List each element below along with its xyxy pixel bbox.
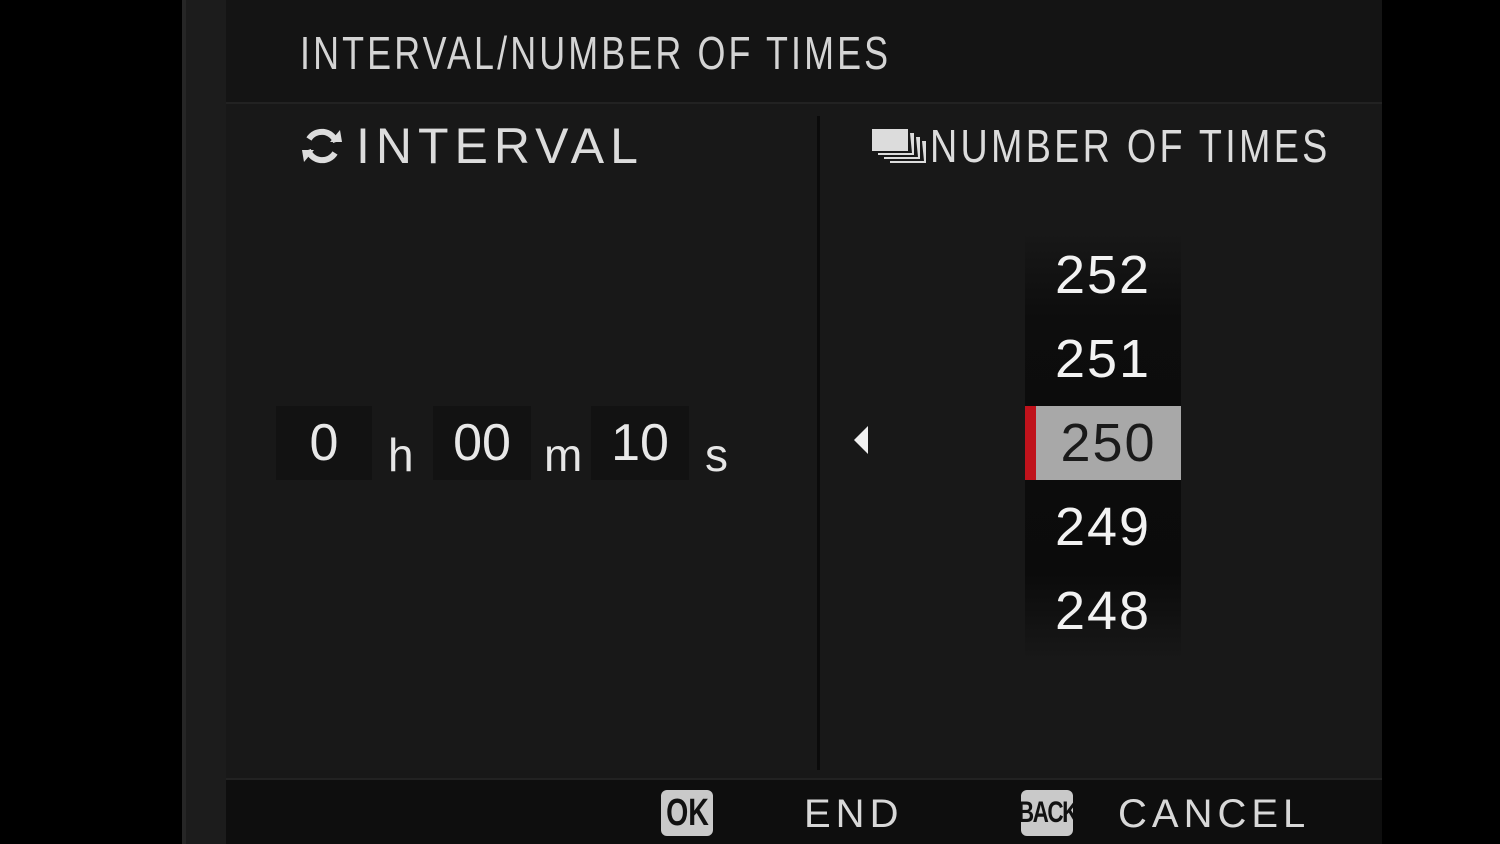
cancel-label: CANCEL: [1118, 792, 1311, 836]
left-bezel: [182, 0, 226, 844]
interval-settings-panel: INTERVAL/NUMBER OF TIMES INTERVAL 0 h 00…: [226, 0, 1382, 844]
camera-screen: INTERVAL/NUMBER OF TIMES INTERVAL 0 h 00…: [0, 0, 1500, 844]
picker-item[interactable]: 248: [1025, 574, 1181, 648]
picker-item[interactable]: 249: [1025, 490, 1181, 564]
minutes-field[interactable]: 00: [433, 406, 531, 480]
refresh-icon: [302, 128, 342, 164]
number-of-times-label: NUMBER OF TIMES: [930, 120, 1331, 172]
number-of-times-heading: NUMBER OF TIMES: [870, 118, 1419, 174]
back-key-icon[interactable]: BACK: [1021, 790, 1073, 836]
number-of-times-picker[interactable]: 252 251 250 249 248: [1025, 232, 1181, 660]
burst-icon: [872, 129, 926, 163]
picker-item-selected[interactable]: 250: [1025, 406, 1181, 480]
header: INTERVAL/NUMBER OF TIMES: [226, 0, 1382, 104]
end-label: END: [804, 792, 904, 836]
ok-key-icon[interactable]: OK: [661, 790, 713, 836]
page-title: INTERVAL/NUMBER OF TIMES: [300, 27, 892, 79]
hours-unit: h: [388, 429, 414, 481]
section-divider: [817, 116, 820, 770]
interval-heading: INTERVAL: [300, 118, 644, 174]
picker-item[interactable]: 251: [1025, 322, 1181, 396]
interval-label: INTERVAL: [356, 118, 644, 174]
seconds-field[interactable]: 10: [591, 406, 689, 480]
minutes-unit: m: [544, 429, 583, 481]
footer: OK END BACK CANCEL: [226, 778, 1382, 844]
hours-field[interactable]: 0: [276, 406, 372, 480]
left-arrow-icon[interactable]: [854, 426, 868, 454]
picker-item[interactable]: 252: [1025, 238, 1181, 312]
seconds-unit: s: [705, 429, 728, 481]
